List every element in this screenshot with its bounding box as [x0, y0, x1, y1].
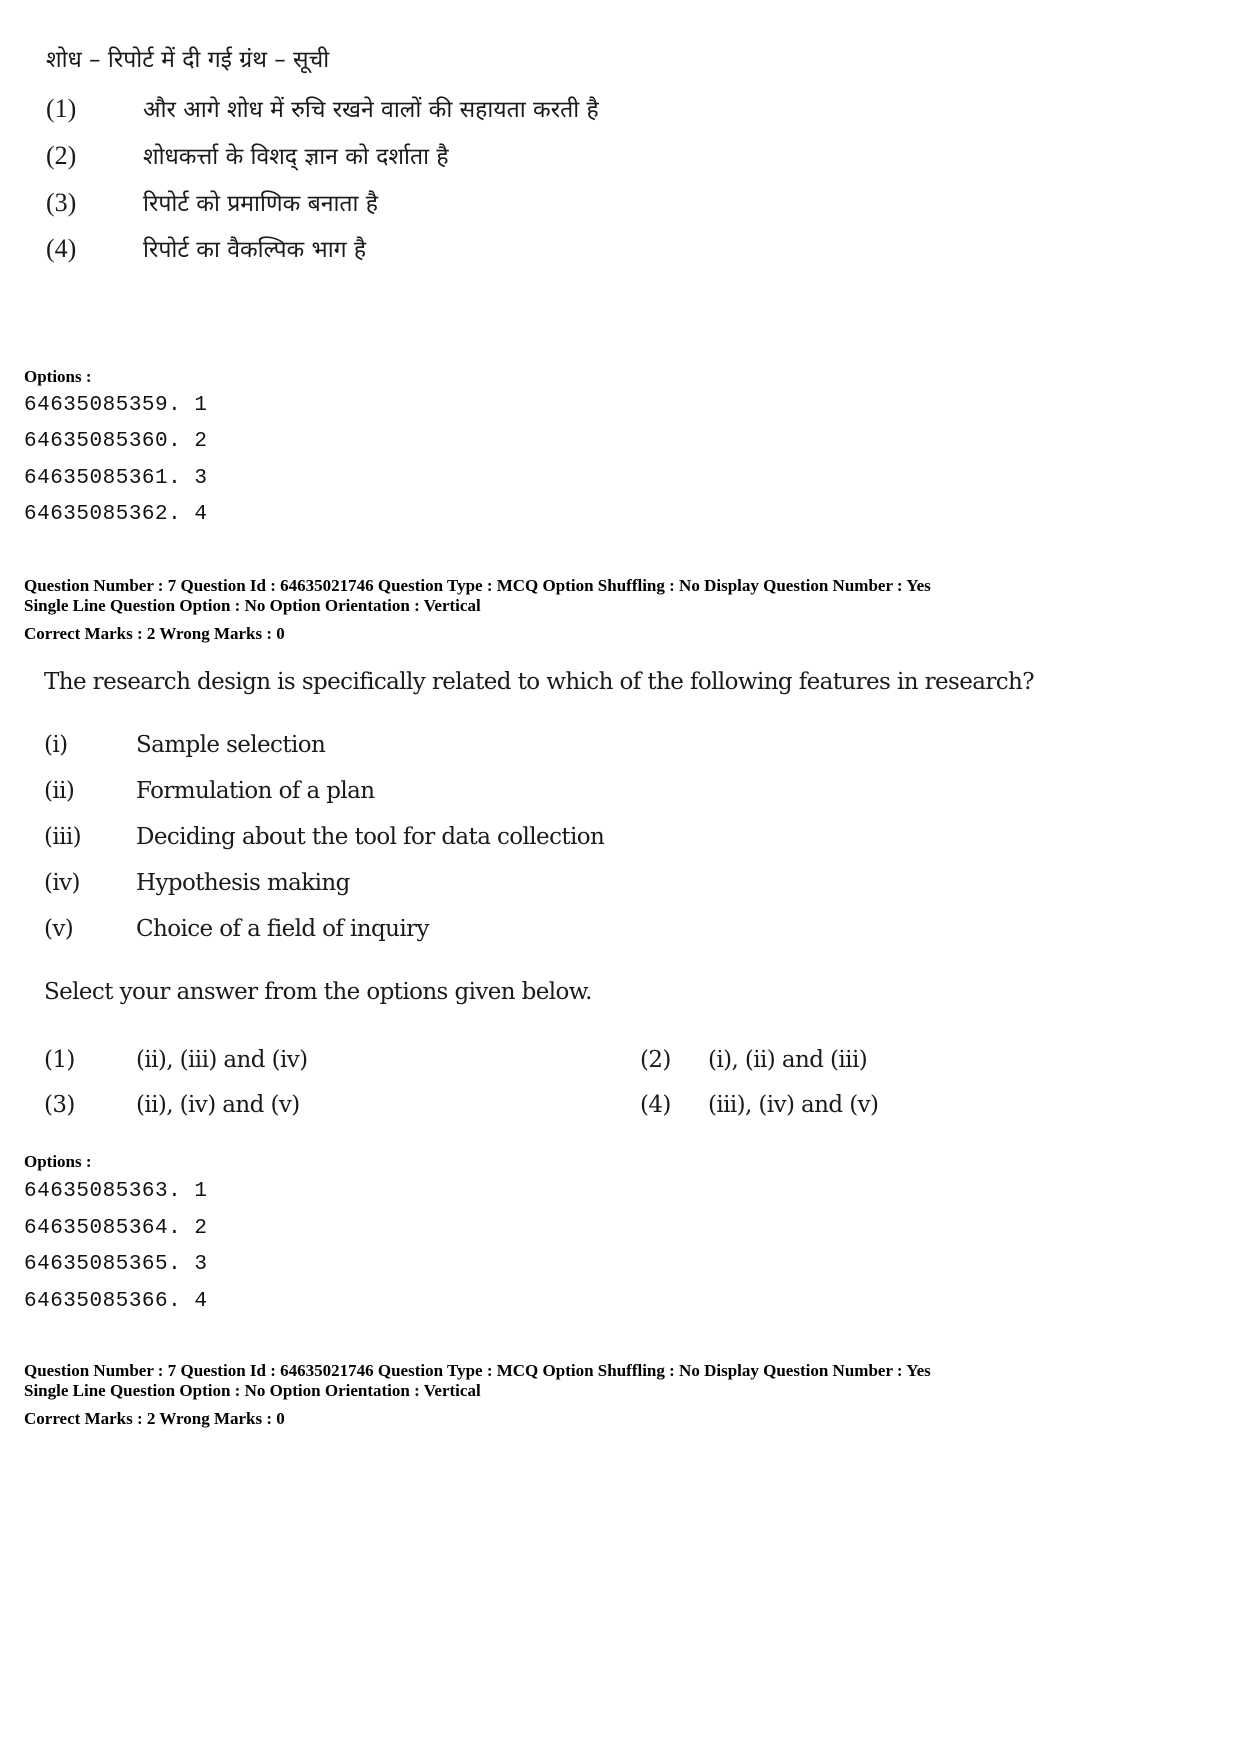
feature-item-iii: (iii) Deciding about the tool for data co… — [44, 824, 605, 850]
feature-number: (iv) — [44, 870, 81, 896]
answer-text: (ii), (iv) and (v) — [136, 1092, 300, 1118]
answer-number: (3) — [44, 1092, 75, 1118]
hindi-statement-1: (1) और आगे शोध में रुचि रखने वालों की सहा… — [46, 92, 599, 124]
hindi-question-stem: शोध – रिपोर्ट में दी गई ग्रंथ – सूची — [46, 47, 330, 73]
feature-number: (ii) — [44, 778, 75, 804]
option-id-2: 64635085364. 2 — [24, 1217, 208, 1240]
answer-number: (1) — [44, 1047, 75, 1073]
feature-item-v: (v) Choice of a field of inquiry — [44, 916, 430, 942]
feature-item-i: (i) Sample selection — [44, 732, 326, 758]
feature-text: Hypothesis making — [136, 870, 350, 896]
options-label: Options : — [24, 367, 92, 386]
question-meta-line-2: Single Line Question Option : No Option … — [24, 596, 481, 615]
option-id-3: 64635085361. 3 — [24, 467, 208, 490]
statement-number: (3) — [46, 188, 77, 217]
answer-text: (ii), (iii) and (iv) — [136, 1047, 308, 1073]
hindi-statement-3: (3) रिपोर्ट को प्रमाणिक बनाता है — [46, 186, 378, 218]
option-id-2: 64635085360. 2 — [24, 430, 208, 453]
question-marks: Correct Marks : 2 Wrong Marks : 0 — [24, 624, 285, 643]
hindi-statement-2: (2) शोधकर्त्ता के विशद् ज्ञान को दर्शाता … — [46, 139, 449, 171]
statement-text: और आगे शोध में रुचि रखने वालों की सहायता… — [143, 97, 599, 123]
answer-choice-2: (2) (i), (ii) and (iii) — [640, 1047, 868, 1073]
feature-text: Sample selection — [136, 732, 326, 758]
feature-text: Formulation of a plan — [136, 778, 375, 804]
answer-choice-4: (4) (iii), (iv) and (v) — [640, 1092, 879, 1118]
feature-item-iv: (iv) Hypothesis making — [44, 870, 350, 896]
answer-choice-1: (1) (ii), (iii) and (iv) — [44, 1047, 308, 1073]
statement-text: रिपोर्ट का वैकल्पिक भाग है — [143, 237, 367, 263]
option-id-4: 64635085366. 4 — [24, 1290, 208, 1313]
question-meta-line-1: Question Number : 7 Question Id : 646350… — [24, 576, 931, 595]
option-id-1: 64635085363. 1 — [24, 1180, 208, 1203]
next-question-meta: Question Number : 7 Question Id : 646350… — [24, 1361, 931, 1401]
select-instruction: Select your answer from the options give… — [44, 979, 592, 1005]
option-id-1: 64635085359. 1 — [24, 394, 208, 417]
statement-number: (1) — [46, 94, 77, 123]
feature-text: Choice of a field of inquiry — [136, 916, 430, 942]
statement-text: शोधकर्त्ता के विशद् ज्ञान को दर्शाता है — [143, 144, 449, 170]
feature-item-ii: (ii) Formulation of a plan — [44, 778, 375, 804]
feature-number: (v) — [44, 916, 74, 942]
feature-number: (i) — [44, 732, 68, 758]
question-meta: Question Number : 7 Question Id : 646350… — [24, 576, 931, 616]
answer-text: (iii), (iv) and (v) — [708, 1092, 879, 1118]
statement-number: (2) — [46, 141, 77, 170]
statement-text: रिपोर्ट को प्रमाणिक बनाता है — [143, 191, 379, 217]
question-meta-line-1: Question Number : 7 Question Id : 646350… — [24, 1361, 931, 1380]
feature-text: Deciding about the tool for data collect… — [136, 824, 605, 850]
answer-number: (2) — [640, 1047, 671, 1073]
question-meta-line-2: Single Line Question Option : No Option … — [24, 1381, 481, 1400]
answer-choice-3: (3) (ii), (iv) and (v) — [44, 1092, 300, 1118]
options-label: Options : — [24, 1152, 92, 1171]
answer-number: (4) — [640, 1092, 671, 1118]
option-id-4: 64635085362. 4 — [24, 503, 208, 526]
feature-number: (iii) — [44, 824, 82, 850]
question-stem: The research design is specifically rela… — [44, 669, 1035, 695]
next-question-marks: Correct Marks : 2 Wrong Marks : 0 — [24, 1409, 285, 1428]
statement-number: (4) — [46, 234, 77, 263]
hindi-statement-4: (4) रिपोर्ट का वैकल्पिक भाग है — [46, 232, 366, 264]
option-id-3: 64635085365. 3 — [24, 1253, 208, 1276]
answer-text: (i), (ii) and (iii) — [708, 1047, 868, 1073]
